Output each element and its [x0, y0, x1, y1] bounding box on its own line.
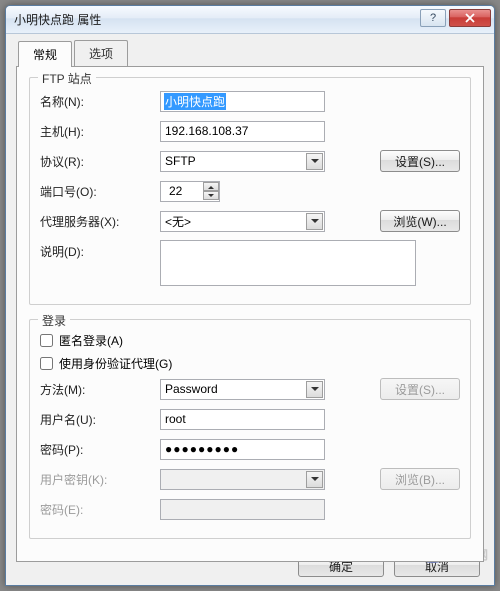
spinner-down-icon[interactable]: [203, 191, 219, 200]
port-input[interactable]: [165, 183, 203, 200]
chevron-down-icon: [306, 471, 323, 488]
port-label: 端口号(O):: [40, 183, 160, 200]
titlebar[interactable]: 小明快点跑 属性 ?: [6, 6, 494, 34]
method-value: Password: [165, 382, 218, 396]
username-label: 用户名(U):: [40, 411, 160, 428]
chevron-down-icon: [306, 381, 323, 398]
method-select[interactable]: Password: [160, 379, 325, 400]
protocol-value: SFTP: [165, 154, 196, 168]
tab-panel: FTP 站点 名称(N): 小明快点跑 主机(H): 协议(R): SFTP: [16, 66, 484, 562]
close-button[interactable]: [449, 9, 491, 27]
close-icon: [464, 13, 476, 23]
keypass-label: 密码(E):: [40, 501, 160, 518]
port-spinner[interactable]: [160, 181, 220, 202]
anonymous-checkbox[interactable]: [40, 334, 53, 347]
password-label: 密码(P):: [40, 441, 160, 458]
method-label: 方法(M):: [40, 381, 160, 398]
auth-agent-checkbox[interactable]: [40, 357, 53, 370]
tab-general[interactable]: 常规: [18, 41, 72, 67]
anonymous-label: 匿名登录(A): [59, 332, 123, 349]
proxy-select[interactable]: <无>: [160, 211, 325, 232]
name-input[interactable]: 小明快点跑: [160, 91, 325, 112]
password-input[interactable]: [160, 439, 325, 460]
description-textarea[interactable]: [160, 240, 416, 286]
login-legend: 登录: [38, 312, 70, 329]
auth-agent-label: 使用身份验证代理(G): [59, 355, 172, 372]
help-button[interactable]: ?: [420, 9, 446, 27]
protocol-select[interactable]: SFTP: [160, 151, 325, 172]
protocol-label: 协议(R):: [40, 153, 160, 170]
method-settings-button: 设置(S)...: [380, 378, 460, 400]
tab-bar: 常规 选项: [18, 40, 484, 66]
ftp-site-legend: FTP 站点: [38, 70, 96, 87]
username-input[interactable]: [160, 409, 325, 430]
proxy-value: <无>: [165, 213, 191, 230]
userkey-select: [160, 469, 325, 490]
properties-dialog: 小明快点跑 属性 ? 常规 选项 FTP 站点 名称(N): 小明快点跑: [5, 5, 495, 586]
name-label: 名称(N):: [40, 93, 160, 110]
spinner-up-icon[interactable]: [203, 182, 219, 191]
chevron-down-icon: [306, 153, 323, 170]
tab-options[interactable]: 选项: [74, 40, 128, 66]
dialog-body: 常规 选项 FTP 站点 名称(N): 小明快点跑 主机(H): 协议(R: [6, 34, 494, 562]
login-group: 登录 匿名登录(A) 使用身份验证代理(G) 方法(M): Password: [29, 319, 471, 539]
ftp-site-group: FTP 站点 名称(N): 小明快点跑 主机(H): 协议(R): SFTP: [29, 77, 471, 305]
protocol-settings-button[interactable]: 设置(S)...: [380, 150, 460, 172]
keypass-input: [160, 499, 325, 520]
userkey-browse-button: 浏览(B)...: [380, 468, 460, 490]
userkey-label: 用户密钥(K):: [40, 471, 160, 488]
proxy-label: 代理服务器(X):: [40, 213, 160, 230]
proxy-browse-button[interactable]: 浏览(W)...: [380, 210, 460, 232]
host-input[interactable]: [160, 121, 325, 142]
window-title: 小明快点跑 属性: [14, 11, 420, 28]
name-value: 小明快点跑: [164, 93, 226, 110]
host-label: 主机(H):: [40, 123, 160, 140]
chevron-down-icon: [306, 213, 323, 230]
description-label: 说明(D):: [40, 240, 160, 260]
